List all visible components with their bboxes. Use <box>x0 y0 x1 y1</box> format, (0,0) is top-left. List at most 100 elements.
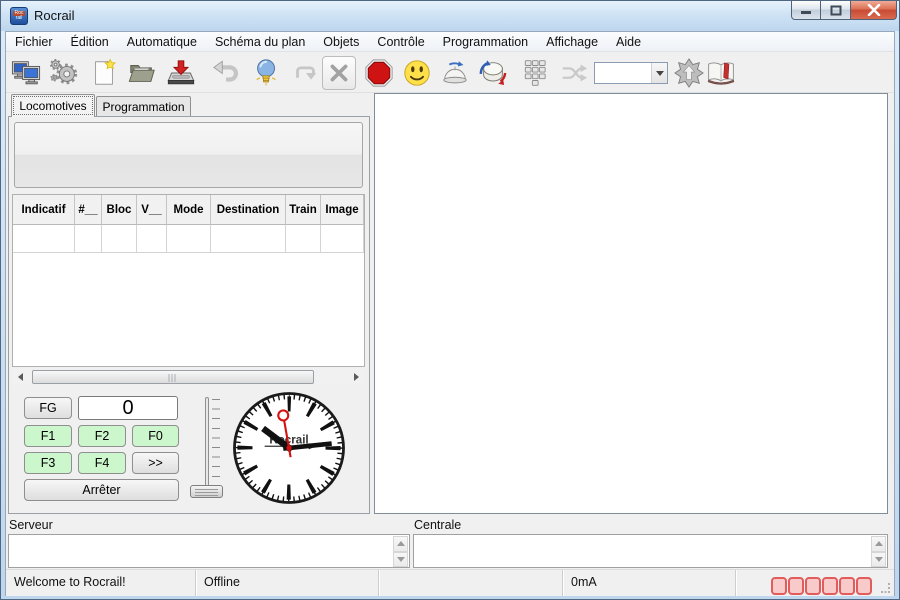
menu-controle[interactable]: Contrôle <box>368 32 433 52</box>
close-icon <box>867 4 881 16</box>
scroll-down-icon <box>875 557 883 562</box>
col-indicatif[interactable]: Indicatif <box>13 195 75 225</box>
status-sensors <box>736 570 894 596</box>
server-console-scrollbar[interactable] <box>393 536 408 567</box>
function-button-f4[interactable]: F4 <box>78 452 126 474</box>
throttle-knob-icon[interactable] <box>478 58 508 88</box>
tab-locomotives[interactable]: Locomotives <box>11 94 95 117</box>
col-train[interactable]: Train <box>286 195 321 225</box>
auto-mode-smiley-icon[interactable] <box>402 58 432 88</box>
maximize-icon <box>830 5 842 16</box>
help-book-icon[interactable] <box>706 58 736 88</box>
scrollbar-thumb[interactable] <box>32 370 314 384</box>
cell-destination[interactable] <box>211 225 286 253</box>
routes-shuffle-icon <box>559 58 589 88</box>
toolbar <box>6 53 894 93</box>
emergency-stop-icon[interactable] <box>364 58 394 88</box>
bell-icon[interactable] <box>440 58 470 88</box>
scroll-left-button[interactable] <box>12 369 29 385</box>
setup-star-icon[interactable] <box>674 58 704 88</box>
accelerator-combobox[interactable] <box>594 62 668 84</box>
scroll-left-icon <box>18 373 23 381</box>
scroll-right-icon <box>354 373 359 381</box>
sensor-indicator <box>788 577 804 595</box>
col-bloc[interactable]: Bloc <box>102 195 137 225</box>
cell-mode[interactable] <box>167 225 211 253</box>
scroll-up-icon <box>397 541 405 546</box>
table-header-row: Indicatif #__ Bloc V__ Mode Destination … <box>13 195 364 225</box>
function-button-f3[interactable]: F3 <box>24 452 72 474</box>
menu-schema-du-plan[interactable]: Schéma du plan <box>206 32 314 52</box>
col-image[interactable]: Image <box>321 195 364 225</box>
plan-canvas[interactable] <box>374 93 888 514</box>
function-button-f2[interactable]: F2 <box>78 425 126 447</box>
scroll-down-button[interactable] <box>871 552 886 568</box>
undo-icon[interactable] <box>212 58 242 88</box>
sensor-indicator <box>839 577 855 595</box>
maximize-button[interactable] <box>821 1 851 20</box>
clock-center-cap <box>286 445 291 450</box>
properties-gears-icon[interactable] <box>49 58 79 88</box>
col-vitesse[interactable]: V__ <box>137 195 167 225</box>
speed-slider-thumb[interactable] <box>190 485 223 498</box>
central-console[interactable] <box>413 534 888 568</box>
status-spare <box>379 570 563 596</box>
disconnect-button[interactable] <box>322 56 356 90</box>
tab-programmation[interactable]: Programmation <box>96 96 191 117</box>
cell-vitesse[interactable] <box>137 225 167 253</box>
menu-affichage[interactable]: Affichage <box>537 32 607 52</box>
redo-icon <box>290 58 320 88</box>
col-destination[interactable]: Destination <box>211 195 286 225</box>
function-button-f1[interactable]: F1 <box>24 425 72 447</box>
new-file-icon[interactable] <box>89 58 119 88</box>
combobox-dropdown-button[interactable] <box>651 63 667 83</box>
power-bulb-icon[interactable] <box>252 58 282 88</box>
open-folder-icon[interactable] <box>127 58 157 88</box>
table-row[interactable] <box>13 225 364 253</box>
col-address[interactable]: #__ <box>75 195 102 225</box>
title-bar[interactable]: Roc rail Rocrail <box>1 1 899 31</box>
resize-grip[interactable] <box>881 583 891 593</box>
speed-slider-track[interactable] <box>205 397 209 497</box>
scroll-right-button[interactable] <box>348 369 365 385</box>
minimize-icon <box>800 5 812 15</box>
save-icon[interactable] <box>166 58 196 88</box>
server-console[interactable] <box>8 534 410 568</box>
cell-train[interactable] <box>286 225 321 253</box>
function-button-f0[interactable]: F0 <box>132 425 179 447</box>
function-next-button[interactable]: >> <box>132 452 179 474</box>
minimize-button[interactable] <box>791 1 821 20</box>
menu-edition[interactable]: Édition <box>62 32 118 52</box>
col-mode[interactable]: Mode <box>167 195 211 225</box>
disconnect-x-icon <box>328 62 350 84</box>
horizontal-scrollbar[interactable] <box>12 369 365 385</box>
scroll-down-icon <box>397 557 405 562</box>
cell-indicatif[interactable] <box>13 225 75 253</box>
locomotives-panel: Indicatif #__ Bloc V__ Mode Destination … <box>8 116 370 514</box>
menu-automatique[interactable]: Automatique <box>118 32 206 52</box>
function-group-button[interactable]: FG <box>24 397 72 419</box>
scroll-up-icon <box>875 541 883 546</box>
menu-aide[interactable]: Aide <box>607 32 650 52</box>
central-console-scrollbar[interactable] <box>871 536 886 567</box>
status-message: Welcome to Rocrail! <box>6 570 196 596</box>
cell-bloc[interactable] <box>102 225 137 253</box>
status-connection: Offline <box>196 570 379 596</box>
menu-programmation[interactable]: Programmation <box>434 32 537 52</box>
scroll-up-button[interactable] <box>393 536 408 552</box>
cell-image[interactable] <box>321 225 364 253</box>
menu-fichier[interactable]: Fichier <box>6 32 62 52</box>
close-button[interactable] <box>851 1 897 20</box>
scroll-down-button[interactable] <box>393 552 408 568</box>
cell-address[interactable] <box>75 225 102 253</box>
menu-objets[interactable]: Objets <box>314 32 368 52</box>
loco-image-strip[interactable] <box>14 122 363 188</box>
central-label: Centrale <box>414 518 461 532</box>
sensor-indicators <box>771 577 872 595</box>
stop-loco-button[interactable]: Arrêter <box>24 479 179 501</box>
workspace-icon[interactable] <box>11 58 41 88</box>
locomotives-table[interactable]: Indicatif #__ Bloc V__ Mode Destination … <box>12 194 365 367</box>
scroll-up-button[interactable] <box>871 536 886 552</box>
keypad-icon[interactable] <box>520 58 550 88</box>
rocrail-window: Roc rail Rocrail Fichier Édition Automat… <box>0 0 900 600</box>
